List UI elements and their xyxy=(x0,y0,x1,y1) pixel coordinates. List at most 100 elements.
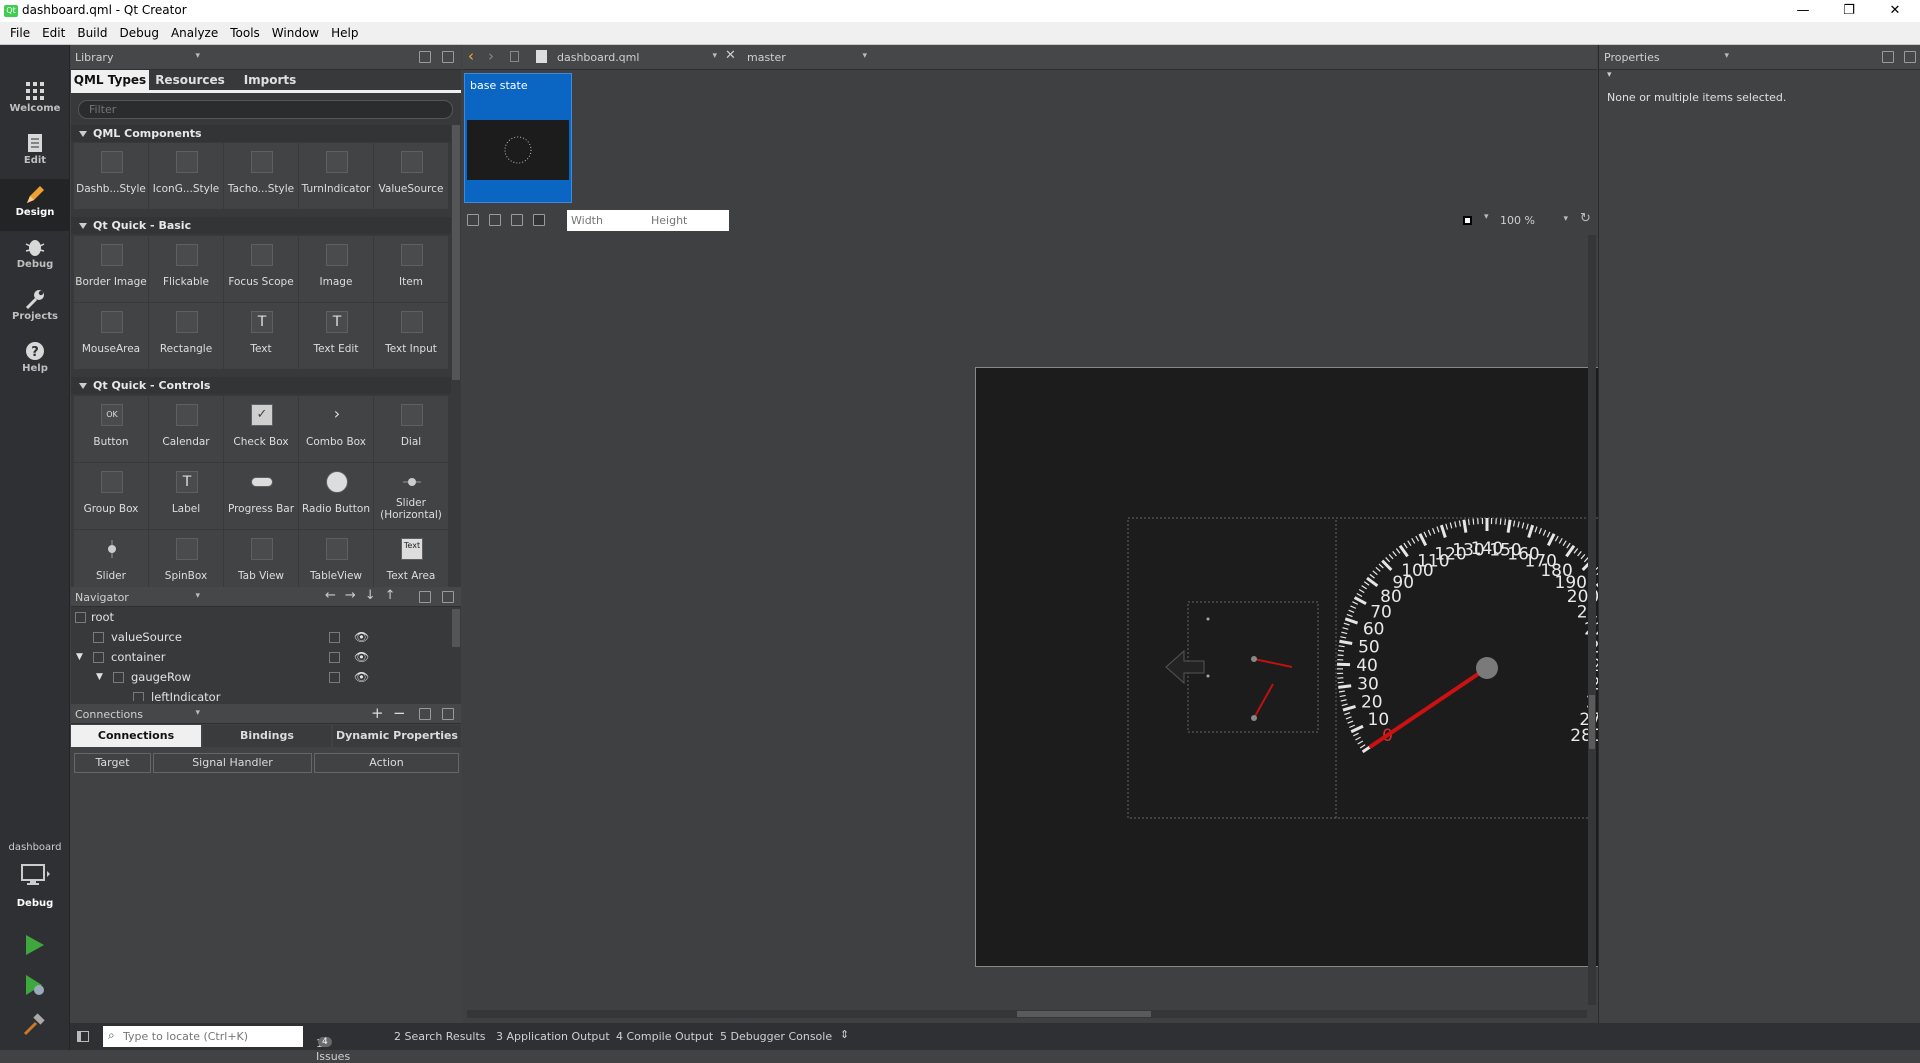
library-item-value-source[interactable]: ValueSource xyxy=(374,143,448,209)
tab-bindings[interactable]: Bindings xyxy=(203,725,331,747)
library-item-tab-view[interactable]: Tab View xyxy=(224,530,298,587)
close-panel-icon[interactable] xyxy=(442,708,454,720)
tab-connections[interactable]: Connections xyxy=(71,725,201,747)
library-item-slider-horizontal[interactable]: Slider (Horizontal) xyxy=(374,463,448,529)
library-item-check-box[interactable]: ✓Check Box xyxy=(224,396,298,462)
library-item-mouse-area[interactable]: MouseArea xyxy=(74,303,148,369)
base-state-thumbnail[interactable]: base state xyxy=(464,73,572,203)
build-button[interactable] xyxy=(22,1013,46,1040)
debug-run-button[interactable] xyxy=(22,973,46,1000)
restore-button[interactable]: ❐ xyxy=(1826,0,1872,22)
navigator-row-gauge-row[interactable]: ▼gaugeRow 👁 xyxy=(71,667,451,687)
navigator-row-root[interactable]: root xyxy=(71,607,451,627)
tab-resources[interactable]: Resources xyxy=(151,70,229,90)
close-document-icon[interactable]: ✕ xyxy=(725,48,736,63)
library-scrollbar[interactable] xyxy=(452,125,460,380)
snap-anchors-icon[interactable] xyxy=(489,214,501,226)
add-connection-button[interactable]: + xyxy=(371,704,384,722)
close-panel-icon[interactable] xyxy=(442,51,454,63)
chevron-down-icon[interactable]: ▾ xyxy=(1607,70,1612,80)
section-qml-components[interactable]: QML Components xyxy=(71,125,451,142)
library-item-turn-indicator[interactable]: TurnIndicator xyxy=(299,143,373,209)
library-item-text-input[interactable]: Text Input xyxy=(374,303,448,369)
library-item-button[interactable]: OKButton xyxy=(74,396,148,462)
section-qt-quick-basic[interactable]: Qt Quick - Basic xyxy=(71,217,451,234)
menu-file[interactable]: File xyxy=(4,26,36,40)
run-button[interactable] xyxy=(22,933,46,960)
mode-welcome[interactable]: Welcome xyxy=(0,75,70,127)
width-input[interactable] xyxy=(567,210,647,231)
height-input[interactable] xyxy=(647,210,729,231)
mode-help[interactable]: ? Help xyxy=(0,335,70,387)
tab-dynamic-properties[interactable]: Dynamic Properties xyxy=(333,725,461,747)
open-documents-combo[interactable]: dashboard.qml xyxy=(557,51,717,64)
locator[interactable]: ⌕ xyxy=(103,1026,303,1047)
horizontal-scrollbar[interactable] xyxy=(467,1010,1587,1018)
mode-design[interactable]: Design xyxy=(0,179,70,231)
toggle-sidebar-icon[interactable] xyxy=(77,1031,89,1042)
debugger-console-pane-button[interactable]: 5 Debugger Console xyxy=(720,1030,832,1043)
kit-selector[interactable] xyxy=(20,863,50,890)
chevron-down-icon[interactable]: ▾ xyxy=(1484,212,1489,222)
split-icon[interactable] xyxy=(419,708,431,720)
column-signal-handler[interactable]: Signal Handler xyxy=(153,753,312,773)
library-item-spin-box[interactable]: SpinBox xyxy=(149,530,223,587)
reset-icon[interactable]: ↻ xyxy=(1580,211,1591,226)
zoom-combo[interactable]: 100 % xyxy=(1500,214,1568,227)
eye-icon[interactable]: 👁 xyxy=(354,647,369,667)
remove-connection-button[interactable]: − xyxy=(393,704,406,722)
library-item-combo-box[interactable]: ›Combo Box xyxy=(299,396,373,462)
close-panel-icon[interactable] xyxy=(442,591,454,603)
navigator-arrows[interactable]: ←→↓↑ xyxy=(325,588,405,603)
library-item-image[interactable]: Image xyxy=(299,236,373,302)
navigator-row-value-source[interactable]: valueSource 👁 xyxy=(71,627,451,647)
forward-arrow-icon[interactable]: › xyxy=(488,47,494,65)
lock-checkbox[interactable] xyxy=(329,652,340,663)
more-panes-icon[interactable]: ⇕ xyxy=(840,1028,849,1041)
library-item-focus-scope[interactable]: Focus Scope xyxy=(224,236,298,302)
eye-icon[interactable]: 👁 xyxy=(354,627,369,647)
library-item-icon-gauge-style[interactable]: IconG...Style xyxy=(149,143,223,209)
column-action[interactable]: Action xyxy=(314,753,459,773)
properties-combo[interactable]: Properties xyxy=(1604,51,1729,64)
library-item-slider[interactable]: Slider xyxy=(74,530,148,587)
library-item-dial[interactable]: Dial xyxy=(374,396,448,462)
library-item-calendar[interactable]: Calendar xyxy=(149,396,223,462)
library-item-text[interactable]: TText xyxy=(224,303,298,369)
close-panel-icon[interactable] xyxy=(1904,51,1916,63)
library-item-border-image[interactable]: Border Image xyxy=(74,236,148,302)
library-item-dashboard-style[interactable]: Dashb...Style xyxy=(74,143,148,209)
menu-edit[interactable]: Edit xyxy=(36,26,71,40)
connections-combo[interactable]: Connections xyxy=(75,708,200,721)
library-item-tachometer-style[interactable]: Tacho...Style xyxy=(224,143,298,209)
column-target[interactable]: Target xyxy=(74,753,151,773)
library-item-table-view[interactable]: TableView xyxy=(299,530,373,587)
library-item-item[interactable]: Item xyxy=(374,236,448,302)
snap-icon[interactable] xyxy=(467,214,479,226)
library-item-flickable[interactable]: Flickable xyxy=(149,236,223,302)
tab-imports[interactable]: Imports xyxy=(231,70,309,90)
state-combo[interactable]: master xyxy=(747,51,867,64)
section-qt-quick-controls[interactable]: Qt Quick - Controls xyxy=(71,377,451,394)
mode-debug[interactable]: Debug xyxy=(0,231,70,283)
navigator-combo[interactable]: Navigator xyxy=(75,591,200,604)
menu-help[interactable]: Help xyxy=(325,26,364,40)
navigator-row-left-indicator[interactable]: leftIndicator xyxy=(71,687,451,701)
locate-input[interactable] xyxy=(123,1028,298,1045)
menu-tools[interactable]: Tools xyxy=(224,26,266,40)
menu-window[interactable]: Window xyxy=(266,26,325,40)
compile-output-pane-button[interactable]: 4 Compile Output xyxy=(616,1030,713,1043)
navigator-scrollbar[interactable] xyxy=(452,609,460,647)
close-button[interactable]: ✕ xyxy=(1872,0,1918,22)
split-icon[interactable] xyxy=(419,51,431,63)
minimize-button[interactable]: — xyxy=(1780,0,1826,22)
show-bounds-icon[interactable] xyxy=(511,214,523,226)
navigator-row-container[interactable]: ▼container 👁 xyxy=(71,647,451,667)
mode-edit[interactable]: Edit xyxy=(0,127,70,179)
application-output-pane-button[interactable]: 3 Application Output xyxy=(496,1030,610,1043)
search-results-pane-button[interactable]: 2 Search Results xyxy=(394,1030,486,1043)
eye-icon[interactable]: 👁 xyxy=(354,667,369,687)
fit-icon[interactable] xyxy=(533,214,545,226)
library-item-progress-bar[interactable]: Progress Bar xyxy=(224,463,298,529)
lock-checkbox[interactable] xyxy=(329,632,340,643)
